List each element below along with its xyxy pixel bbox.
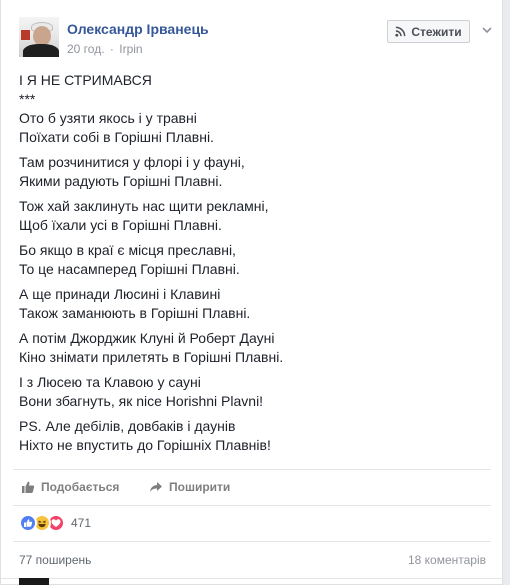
post-paragraph: А ще принади Люсині і Клавині Також заман… bbox=[19, 285, 489, 323]
post-line: Бо якщо в краї є місця преславні, bbox=[19, 242, 236, 258]
post-line: Щоб їхали усі в Горішні Плавні. bbox=[19, 217, 222, 233]
follow-button[interactable]: Стежити bbox=[387, 20, 470, 43]
shares-count[interactable]: 77 поширень bbox=[19, 553, 91, 567]
post-line: Там розчинитися у флорі і у фауні, bbox=[19, 154, 245, 170]
share-arrow-icon bbox=[150, 482, 162, 492]
post-line: То це насамперед Горішні Плавні. bbox=[19, 261, 240, 277]
reactions-count[interactable]: 471 bbox=[71, 516, 91, 530]
post-text: І Я НЕ СТРИМАВСЯ *** Ото б узяти якось і у… bbox=[19, 71, 489, 461]
stats-divider bbox=[13, 541, 491, 542]
like-icon bbox=[19, 514, 37, 532]
post-line: Ото б узяти якось і у травні bbox=[19, 110, 197, 126]
like-label: Подобається bbox=[41, 480, 120, 494]
rss-icon bbox=[395, 26, 406, 37]
post-line: Також заманюють в Горішні Плавні. bbox=[19, 305, 251, 321]
post-line: PS. Але дебілів, довбаків і даунів bbox=[19, 418, 236, 434]
author-avatar[interactable] bbox=[19, 17, 59, 57]
author-name[interactable]: Олександр Ірванець bbox=[67, 21, 209, 37]
thumbs-up-icon bbox=[22, 481, 35, 493]
post-paragraph: Тож хай заклинуть нас щити рекламні, Щоб … bbox=[19, 197, 489, 235]
post-timestamp[interactable]: 20 год. bbox=[67, 42, 105, 56]
post-line: Поїхати собі в Горішні Плавні. bbox=[19, 129, 214, 145]
post-line: І Я НЕ СТРИМАВСЯ bbox=[19, 72, 152, 88]
post-line: А ще принади Люсині і Клавині bbox=[19, 286, 221, 302]
post-paragraph: Там розчинитися у флорі і у фауні, Якими … bbox=[19, 153, 489, 191]
post-line: *** bbox=[19, 91, 36, 107]
post-line: А потім Джорджик Клуні й Роберт Дауні bbox=[19, 330, 275, 346]
post-line: І з Люсею та Клавою у сауні bbox=[19, 374, 201, 390]
post-paragraph: І Я НЕ СТРИМАВСЯ *** Ото б узяти якось і у… bbox=[19, 71, 489, 147]
post-line: Кіно знімати прилетять в Горішні Плавні. bbox=[19, 349, 284, 365]
post-line: Вони збагнуть, як nice Horishni Plavni! bbox=[19, 393, 264, 409]
post-header: Олександр Ірванець 20 год. · Irpin Стежи… bbox=[19, 17, 492, 61]
post-card: Олександр Ірванець 20 год. · Irpin Стежи… bbox=[0, 0, 504, 585]
chevron-down-icon[interactable] bbox=[480, 23, 494, 37]
like-button[interactable]: Подобається bbox=[21, 480, 119, 494]
post-meta: 20 год. · Irpin bbox=[67, 42, 143, 56]
share-label: Поширити bbox=[169, 480, 231, 494]
next-avatar-edge bbox=[19, 578, 49, 585]
post-location[interactable]: Irpin bbox=[119, 42, 142, 56]
reactions-summary[interactable]: 471 bbox=[19, 514, 91, 532]
post-paragraph: PS. Але дебілів, довбаків і даунів Ніхто … bbox=[19, 417, 489, 455]
share-button[interactable]: Поширити bbox=[149, 480, 230, 494]
meta-separator: · bbox=[109, 42, 114, 56]
post-line: Тож хай заклинуть нас щити рекламні, bbox=[19, 198, 269, 214]
post-actions-bar: Подобається Поширити bbox=[13, 469, 491, 506]
post-paragraph: А потім Джорджик Клуні й Роберт Дауні Кін… bbox=[19, 329, 489, 367]
post-line: Ніхто не впустить до Горішніх Плавнів! bbox=[19, 437, 271, 453]
post-paragraph: Бо якщо в краї є місця преславні, То це н… bbox=[19, 241, 489, 279]
follow-label: Стежити bbox=[411, 24, 462, 39]
post-line: Якими радують Горішні Плавні. bbox=[19, 173, 223, 189]
comments-count[interactable]: 18 коментарів bbox=[408, 553, 486, 567]
bottom-divider bbox=[1, 578, 504, 579]
post-paragraph: І з Люсею та Клавою у сауні Вони збагнуть… bbox=[19, 373, 489, 411]
